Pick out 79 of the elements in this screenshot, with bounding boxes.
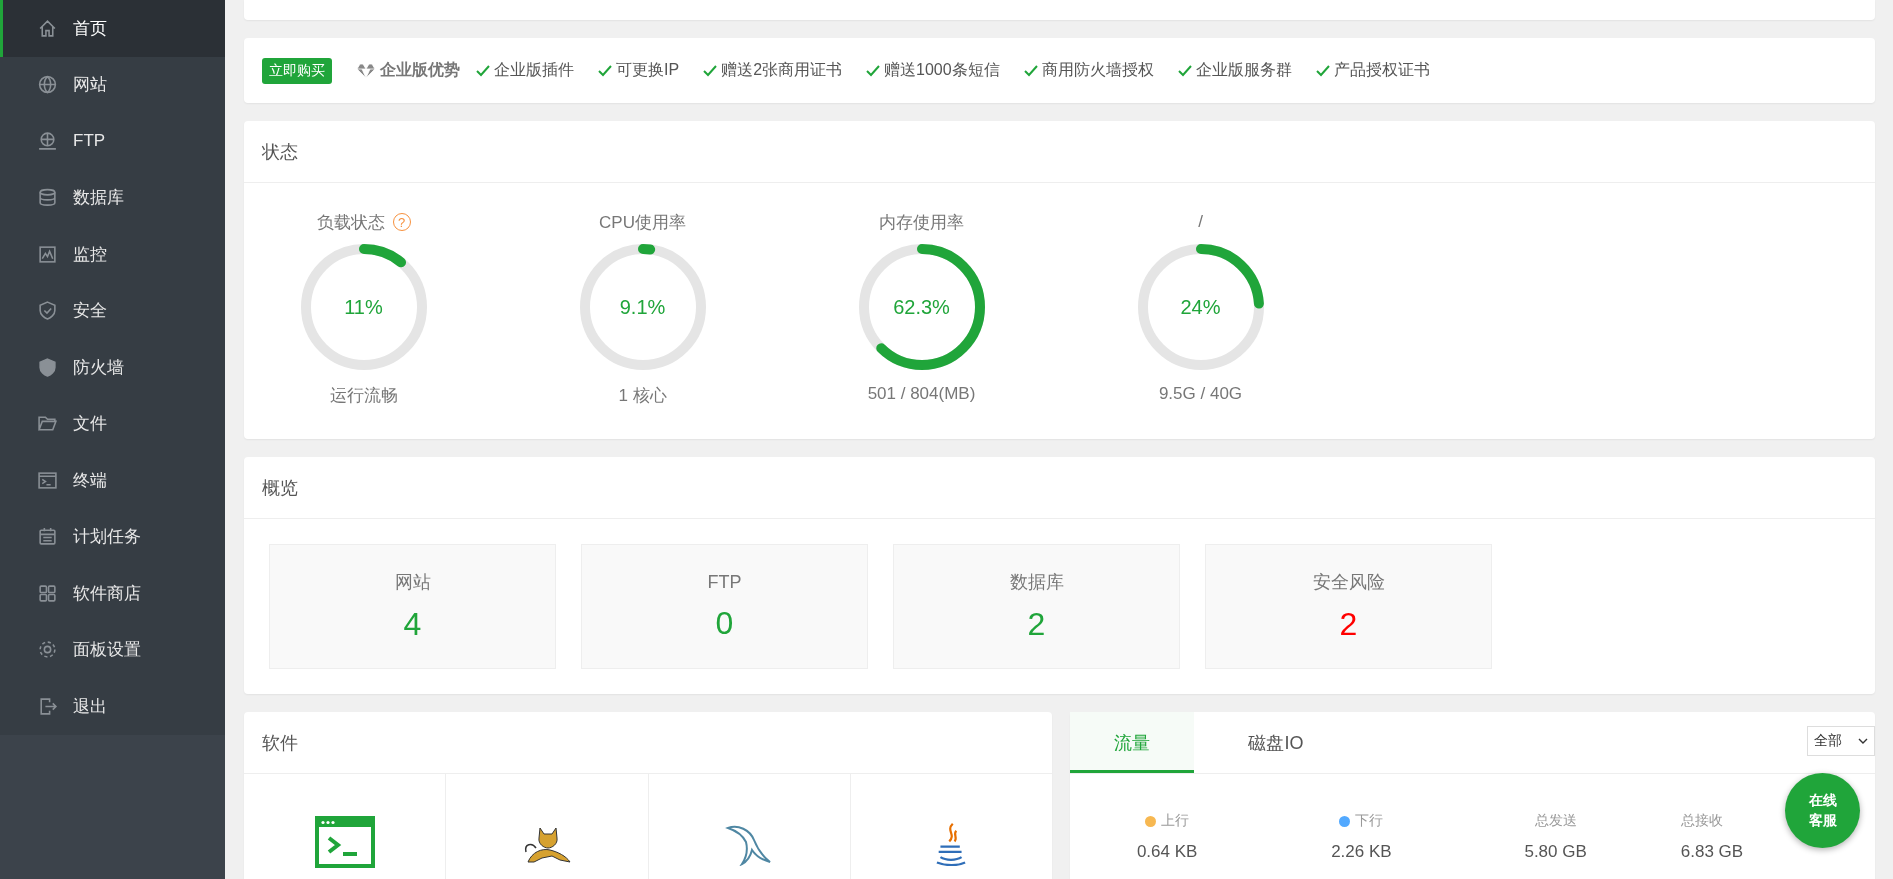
terminal-icon[interactable] (314, 816, 375, 868)
overview-label: 安全风险 (1312, 571, 1385, 594)
sidebar-item[interactable]: 面板设置 (0, 621, 225, 678)
sidebar-item[interactable]: 退出 (0, 678, 225, 735)
caret-icon (1858, 738, 1868, 744)
shield-icon (37, 356, 58, 378)
feature-label: 企业版服务群 (1195, 60, 1292, 80)
overview-label: FTP (707, 571, 742, 593)
panel-title: 状态 (262, 140, 298, 164)
stat-value: 5.80 GB (1524, 842, 1587, 862)
feature-label: 赠送2张商用证书 (721, 60, 843, 80)
overview-card[interactable]: FTP 0 (581, 544, 868, 669)
feature-label: 商用防火墙授权 (1041, 60, 1154, 80)
promo-title: 企业版优势 (380, 60, 460, 80)
stat-label: 总发送 (1534, 812, 1577, 830)
overview-card[interactable]: 网站 4 (269, 544, 556, 669)
gauge-caption: 9.5G / 40G (1158, 384, 1243, 404)
grid-icon (37, 582, 58, 604)
feature-label: 产品授权证书 (1333, 60, 1430, 80)
gauge-value: 24% (1180, 295, 1221, 319)
network-icon (37, 130, 58, 152)
gauge-caption: 1 核心 (618, 385, 667, 407)
sidebar-item[interactable]: 防火墙 (0, 339, 225, 396)
sidebar-item[interactable]: 软件商店 (0, 565, 225, 622)
settings-icon (37, 639, 58, 661)
overview-count: 2 (1339, 606, 1358, 643)
range-select[interactable]: 全部 (1807, 726, 1875, 756)
check-icon (1315, 64, 1330, 77)
home-icon (37, 17, 58, 39)
sidebar-item[interactable]: 安全 (0, 282, 225, 339)
check-icon (598, 64, 612, 77)
traffic-tab[interactable]: 磁盘IO (1214, 712, 1338, 773)
feature-label: 可更换IP (616, 60, 680, 80)
overview-label: 网站 (394, 571, 431, 594)
check-icon (1177, 64, 1192, 77)
overview-card[interactable]: 数据库 2 (893, 544, 1180, 669)
calendar-icon (37, 526, 58, 548)
check-icon (476, 64, 490, 77)
stat-value: 6.83 GB (1680, 842, 1744, 862)
panel-title: 软件 (262, 731, 298, 755)
sidebar-item[interactable]: 首页 (0, 0, 225, 57)
overview-count: 0 (715, 604, 734, 642)
logout-icon (37, 695, 58, 717)
gauge-value: 11% (344, 295, 383, 319)
overview-label: 数据库 (1009, 571, 1064, 594)
gauge-label: 内存使用率 (879, 211, 964, 234)
gauge-label: / (1198, 212, 1203, 232)
stat-label: 总接收 (1680, 812, 1723, 830)
check-icon (866, 64, 881, 77)
stat-value: 0.64 KB (1136, 842, 1198, 862)
gauge-caption: 501 / 804(MB) (867, 384, 976, 404)
feature-label: 赠送1000条短信 (884, 60, 1000, 80)
database-icon (37, 187, 58, 209)
terminal-icon (37, 469, 58, 491)
sidebar-item[interactable]: 监控 (0, 226, 225, 283)
stat-label: 上行 (1161, 812, 1190, 830)
gauge-label: CPU使用率 (599, 211, 686, 234)
stat-label: 下行 (1355, 812, 1384, 830)
gauge-label: 负载状态 (316, 211, 385, 234)
feature-label: 企业版插件 (494, 60, 574, 80)
globe-icon (37, 74, 58, 96)
stat-value: 2.26 KB (1331, 842, 1392, 862)
sidebar-item[interactable]: 网站 (0, 56, 225, 113)
sidebar-item[interactable]: 终端 (0, 452, 225, 509)
sidebar-item[interactable]: 计划任务 (0, 508, 225, 565)
gauge-caption: 运行流畅 (329, 385, 398, 407)
overview-count: 2 (1027, 606, 1046, 643)
gauge-value: 9.1% (619, 295, 666, 319)
sidebar-item[interactable]: 文件 (0, 395, 225, 452)
check-icon (1023, 64, 1038, 77)
overview-count: 4 (403, 606, 422, 643)
panel-title: 概览 (262, 476, 298, 500)
sidebar-item[interactable]: 数据库 (0, 169, 225, 226)
gauge-value: 62.3% (893, 295, 950, 319)
monitor-icon (37, 243, 58, 265)
shield-icon (37, 300, 58, 322)
overview-card[interactable]: 安全风险 2 (1205, 544, 1492, 669)
check-icon (703, 64, 718, 77)
sidebar-item[interactable]: FTP (0, 113, 225, 170)
